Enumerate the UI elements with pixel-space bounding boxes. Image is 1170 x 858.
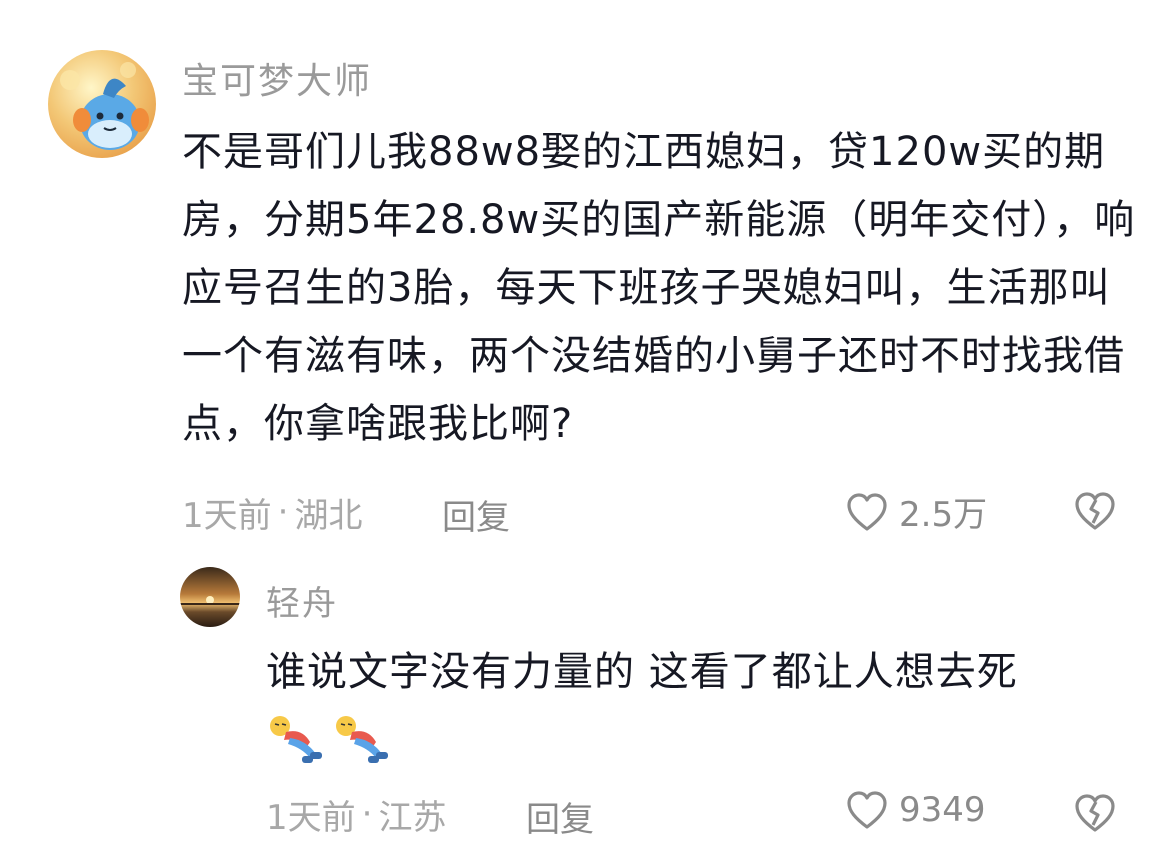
user-avatar[interactable] bbox=[180, 567, 240, 627]
user-avatar[interactable] bbox=[48, 50, 156, 158]
comment-meta: 1天前 · 湖北 bbox=[182, 490, 363, 536]
meta-separator: · bbox=[277, 492, 289, 532]
comment-location: 湖北 bbox=[294, 495, 363, 536]
sunset-avatar-icon bbox=[180, 567, 240, 627]
username[interactable]: 轻舟 bbox=[266, 576, 338, 625]
broken-heart-icon bbox=[1075, 492, 1115, 530]
comment-meta: 1天前 · 江苏 bbox=[266, 792, 447, 838]
meta-separator: · bbox=[361, 794, 373, 834]
lying-down-emoji-icon bbox=[266, 712, 328, 770]
broken-heart-icon bbox=[1075, 794, 1115, 832]
heart-icon bbox=[847, 492, 887, 531]
like-count: 2.5万 bbox=[899, 495, 988, 535]
username[interactable]: 宝可梦大师 bbox=[182, 52, 372, 104]
heart-icon bbox=[847, 791, 887, 829]
dislike-button[interactable] bbox=[1072, 490, 1118, 536]
lying-down-emoji-icon bbox=[332, 712, 394, 770]
reply-button[interactable]: 回复 bbox=[442, 490, 510, 539]
comment-time: 1天前 bbox=[182, 495, 272, 536]
comment-text: 不是哥们儿我88w8娶的江西媳妇，贷120w买的期房，分期5年28.8w买的国产… bbox=[182, 129, 1136, 447]
comment-text: 谁说文字没有力量的 这看了都让人想去死 bbox=[266, 649, 1018, 695]
like-button[interactable]: 2.5万 bbox=[845, 487, 987, 536]
like-button[interactable]: 9349 bbox=[845, 789, 986, 831]
reply-button[interactable]: 回复 bbox=[526, 792, 594, 841]
mudkip-avatar-icon bbox=[48, 50, 156, 158]
comment-time: 1天前 bbox=[266, 797, 356, 838]
comment-location: 江苏 bbox=[378, 797, 447, 838]
dislike-button[interactable] bbox=[1072, 792, 1118, 838]
like-count: 9349 bbox=[899, 790, 986, 830]
